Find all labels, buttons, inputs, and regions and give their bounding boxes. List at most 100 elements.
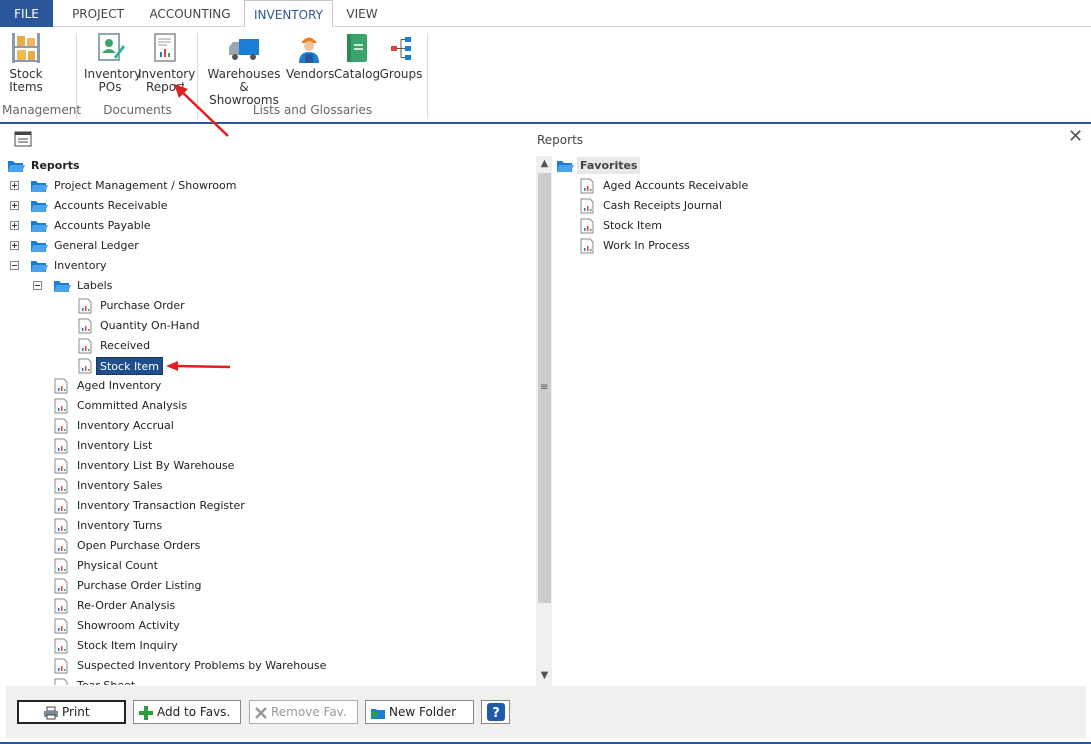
- tab-file[interactable]: FILE: [0, 0, 53, 27]
- vendors-label: Vendors: [286, 67, 335, 81]
- tree-item[interactable]: Inventory List By Warehouse: [77, 457, 234, 475]
- expand-plus-icon[interactable]: [10, 201, 19, 210]
- tree-item[interactable]: Committed Analysis: [77, 397, 187, 415]
- favorite-item[interactable]: Stock Item: [603, 217, 662, 235]
- report-document-icon: [54, 678, 68, 685]
- tree-item[interactable]: Tear Sheet: [77, 677, 135, 685]
- report-icon: [154, 33, 176, 62]
- tree-item-selected[interactable]: Stock Item: [96, 357, 163, 375]
- report-document-icon: [78, 358, 92, 374]
- splitter-grip-icon[interactable]: ≡: [540, 382, 548, 393]
- favorites-folder[interactable]: Favorites: [577, 157, 641, 174]
- report-document-icon: [78, 338, 92, 354]
- tree-item[interactable]: Inventory List: [77, 437, 152, 455]
- folder-icon: [54, 281, 71, 292]
- new-folder-button[interactable]: New Folder: [365, 700, 474, 724]
- tree-item[interactable]: Inventory Sales: [77, 477, 162, 495]
- report-document-icon: [54, 638, 68, 654]
- remove-fav-button[interactable]: Remove Fav.: [249, 700, 358, 724]
- help-button[interactable]: ?: [481, 700, 510, 724]
- tree-item[interactable]: Inventory Accrual: [77, 417, 174, 435]
- folder-icon: [31, 201, 48, 212]
- stock-items-button[interactable]: Stock Items: [5, 31, 47, 94]
- groups-button[interactable]: Groups: [379, 31, 423, 81]
- favorite-item[interactable]: Cash Receipts Journal: [603, 197, 722, 215]
- tree-folder[interactable]: General Ledger: [54, 237, 139, 255]
- report-document-icon: [78, 298, 92, 314]
- printer-icon: [44, 706, 58, 719]
- tree-item[interactable]: Aged Inventory: [77, 377, 161, 395]
- tree-folder[interactable]: Accounts Receivable: [54, 197, 168, 215]
- expand-plus-icon[interactable]: [10, 181, 19, 190]
- tree-item[interactable]: Purchase Order: [100, 297, 185, 315]
- expand-plus-icon[interactable]: [10, 221, 19, 230]
- close-icon[interactable]: ✕: [1068, 126, 1083, 147]
- groups-label: Groups: [379, 67, 423, 81]
- report-document-icon: [54, 578, 68, 594]
- po-document-icon: [98, 33, 125, 61]
- tab-project[interactable]: PROJECT: [62, 0, 134, 27]
- inventory-reports-button[interactable]: Inventory Reports: [138, 31, 196, 94]
- scroll-up-arrow-icon[interactable]: ▲: [538, 158, 551, 171]
- warehouses-button[interactable]: Warehouses & Showrooms: [204, 31, 284, 107]
- favorite-item[interactable]: Aged Accounts Receivable: [603, 177, 748, 195]
- report-document-icon: [54, 538, 68, 554]
- inventory-pos-label-2: POs: [98, 80, 122, 94]
- report-document-icon: [54, 418, 68, 434]
- tree-folder[interactable]: Project Management / Showroom: [54, 177, 236, 195]
- collapse-minus-icon[interactable]: [33, 281, 42, 290]
- report-document-icon: [580, 198, 594, 214]
- vendors-button[interactable]: Vendors: [286, 31, 335, 81]
- new-folder-label: New Folder: [389, 705, 457, 719]
- expand-plus-icon[interactable]: [10, 241, 19, 250]
- remove-fav-label: Remove Fav.: [271, 705, 347, 719]
- tree-item[interactable]: Purchase Order Listing: [77, 577, 201, 595]
- tree-folder[interactable]: Inventory: [54, 257, 107, 275]
- truck-icon: [229, 39, 259, 60]
- report-document-icon: [54, 478, 68, 494]
- tree-folder[interactable]: Accounts Payable: [54, 217, 151, 235]
- scroll-down-arrow-icon[interactable]: ▼: [538, 670, 551, 683]
- inventory-reports-label-2: Reports: [146, 81, 184, 94]
- tree-item[interactable]: Inventory Turns: [77, 517, 162, 535]
- tree-item[interactable]: Showroom Activity: [77, 617, 180, 635]
- svg-text:?: ?: [492, 706, 500, 721]
- tree-item[interactable]: Re-Order Analysis: [77, 597, 175, 615]
- tree-root-reports[interactable]: Reports: [31, 157, 80, 175]
- group-label-documents: Documents: [103, 103, 172, 117]
- inventory-pos-button[interactable]: Inventory POs: [84, 31, 141, 94]
- report-document-icon: [54, 458, 68, 474]
- hierarchy-icon: [391, 37, 411, 60]
- catalog-button[interactable]: Catalog: [334, 31, 380, 81]
- folder-icon: [31, 261, 48, 272]
- annotation-arrow: [166, 361, 231, 371]
- panel-layout-icon[interactable]: [14, 131, 32, 147]
- folder-icon: [31, 181, 48, 192]
- favorite-item[interactable]: Work In Process: [603, 237, 690, 255]
- print-label: Print: [62, 705, 90, 719]
- tree-item[interactable]: Open Purchase Orders: [77, 537, 200, 555]
- collapse-minus-icon[interactable]: [10, 261, 19, 270]
- catalog-book-icon: [347, 34, 367, 62]
- remove-x-icon: [255, 706, 267, 719]
- add-to-favs-label: Add to Favs.: [157, 705, 231, 719]
- menu-bar: FILE PROJECT ACCOUNTING INVENTORY VIEW: [0, 0, 1091, 28]
- tab-inventory[interactable]: INVENTORY: [244, 0, 333, 28]
- inventory-reports-label-1: Inventory: [138, 67, 196, 81]
- folder-icon: [31, 221, 48, 232]
- tree-item[interactable]: Quantity On-Hand: [100, 317, 200, 335]
- tree-folder-labels[interactable]: Labels: [77, 277, 112, 295]
- report-document-icon: [78, 318, 92, 334]
- tab-accounting[interactable]: ACCOUNTING: [141, 0, 239, 27]
- tree-item[interactable]: Suspected Inventory Problems by Warehous…: [77, 657, 326, 675]
- tree-item[interactable]: Physical Count: [77, 557, 158, 575]
- tree-item[interactable]: Received: [100, 337, 150, 355]
- add-to-favs-button[interactable]: Add to Favs.: [133, 700, 241, 724]
- report-document-icon: [54, 498, 68, 514]
- tab-view[interactable]: VIEW: [338, 0, 386, 27]
- print-button[interactable]: Print: [17, 700, 126, 724]
- stock-items-label-2: Items: [9, 80, 43, 94]
- tree-item[interactable]: Stock Item Inquiry: [77, 637, 178, 655]
- report-tree: Reports Project Management / Showroom Acco…: [0, 155, 535, 685]
- tree-item[interactable]: Inventory Transaction Register: [77, 497, 245, 515]
